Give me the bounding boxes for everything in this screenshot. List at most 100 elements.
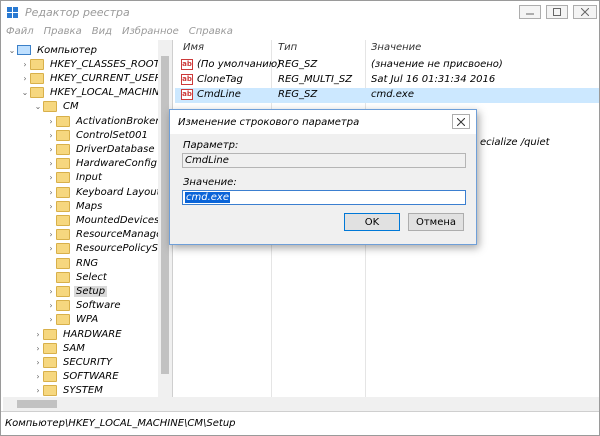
value-label: Значение:	[183, 177, 237, 188]
folder-icon	[56, 271, 70, 283]
folder-icon	[56, 186, 70, 198]
chevron-right-icon[interactable]: ›	[33, 386, 43, 395]
chevron-right-icon[interactable]: ›	[33, 372, 43, 381]
chevron-right-icon[interactable]: ›	[46, 145, 56, 154]
value-value-cell: Sat Jul 16 01:31:34 2016	[371, 74, 496, 85]
close-button[interactable]	[573, 5, 597, 19]
value-row[interactable]: ab CmdLine REG_SZ cmd.exe	[175, 88, 599, 103]
chevron-right-icon[interactable]: ›	[46, 117, 56, 126]
chevron-down-icon[interactable]: ⌄	[20, 88, 30, 97]
value-input[interactable]: cmd.exe	[182, 190, 466, 205]
chevron-right-icon[interactable]: ›	[46, 159, 56, 168]
tree-item[interactable]: RNG	[46, 256, 100, 270]
horizontal-scrollbar[interactable]	[3, 397, 599, 411]
tree-item[interactable]: Select	[46, 270, 109, 284]
tree-item[interactable]: › ControlSet001	[46, 128, 150, 142]
tree-item[interactable]: MountedDevices	[46, 213, 161, 227]
chevron-right-icon[interactable]: ›	[20, 60, 30, 69]
tree-item[interactable]: ⌄ Компьютер	[7, 43, 99, 57]
chevron-right-icon[interactable]: ›	[46, 202, 56, 211]
value-input-text[interactable]: cmd.exe	[185, 192, 230, 203]
value-type-cell: REG_MULTI_SZ	[278, 74, 353, 85]
chevron-right-icon[interactable]: ›	[46, 244, 56, 253]
ok-button[interactable]: OK	[344, 213, 400, 231]
chevron-right-icon[interactable]: ›	[20, 74, 30, 83]
edit-string-dialog: Изменение строкового параметра Параметр:…	[169, 109, 477, 245]
tree-item[interactable]: › WPA	[46, 313, 100, 327]
folder-icon	[56, 129, 70, 141]
parameter-label: Параметр:	[183, 140, 239, 151]
tree-item[interactable]: › Maps	[46, 199, 104, 213]
menu-file[interactable]: Файл	[1, 25, 39, 39]
tree-item-label: HKEY_CLASSES_ROOT	[50, 58, 160, 70]
close-icon	[581, 8, 589, 16]
folder-icon	[56, 158, 70, 170]
chevron-down-icon[interactable]: ⌄	[33, 102, 43, 111]
menu-view[interactable]: Вид	[87, 25, 117, 39]
tree-item-label: CM	[63, 101, 79, 113]
menu-favorites[interactable]: Избранное	[117, 25, 184, 39]
partial-value-text: ecialize /quiet	[480, 137, 550, 148]
value-value-cell: (значение не присвоено)	[371, 59, 503, 70]
tree-item[interactable]: › ActivationBroker	[46, 114, 161, 128]
folder-icon	[56, 200, 70, 212]
tree-item-label: DriverDatabase	[76, 143, 155, 155]
folder-icon	[56, 143, 70, 155]
registry-editor-window: Редактор реестра Файл Правка Вид Избранн…	[0, 0, 600, 436]
tree-item-label: SOFTWARE	[63, 371, 119, 383]
tree-item[interactable]: › SOFTWARE	[33, 370, 121, 384]
tree-item[interactable]: › DriverDatabase	[46, 142, 157, 156]
tree-scroll-thumb[interactable]	[161, 56, 169, 374]
tree-item[interactable]: › Keyboard Layout	[46, 185, 163, 199]
maximize-button[interactable]	[546, 5, 568, 19]
folder-icon	[43, 356, 57, 368]
chevron-right-icon[interactable]: ›	[33, 358, 43, 367]
tree-item[interactable]: › SYSTEM	[33, 384, 105, 397]
chevron-right-icon[interactable]: ›	[33, 344, 43, 353]
close-icon	[457, 117, 465, 126]
menu-help[interactable]: Справка	[184, 25, 238, 39]
tree-item[interactable]: › HardwareConfig	[46, 157, 159, 171]
menu-bar: Файл Правка Вид Избранное Справка	[1, 25, 599, 39]
folder-icon	[43, 371, 57, 383]
horizontal-scroll-thumb[interactable]	[17, 400, 57, 408]
tree-item[interactable]: › ResourceManager	[46, 228, 168, 242]
minimize-button[interactable]	[519, 5, 541, 19]
chevron-down-icon[interactable]: ⌄	[7, 46, 17, 55]
chevron-right-icon[interactable]: ›	[46, 188, 56, 197]
tree-item[interactable]: › HKEY_CURRENT_USER	[20, 71, 164, 85]
folder-icon	[30, 72, 44, 84]
tree-item[interactable]: › ResourcePolicyStor	[46, 242, 172, 256]
tree-item[interactable]: › Input	[46, 171, 104, 185]
chevron-right-icon[interactable]: ›	[46, 301, 56, 310]
tree-item[interactable]: ⌄ HKEY_LOCAL_MACHINE	[20, 86, 168, 100]
chevron-right-icon[interactable]: ›	[33, 330, 43, 339]
cancel-button[interactable]: Отмена	[408, 213, 464, 231]
chevron-right-icon[interactable]: ›	[46, 230, 56, 239]
tree-item[interactable]: › SECURITY	[33, 355, 114, 369]
parameter-name-field: CmdLine	[182, 153, 466, 168]
value-row[interactable]: ab (По умолчанию) REG_SZ (значение не присв…	[175, 58, 599, 73]
chevron-right-icon[interactable]: ›	[46, 315, 56, 324]
tree-item-label: Компьютер	[37, 44, 97, 56]
chevron-right-icon[interactable]: ›	[46, 173, 56, 182]
registry-app-icon	[7, 7, 19, 19]
menu-edit[interactable]: Правка	[39, 25, 87, 39]
tree-item[interactable]: › HARDWARE	[33, 327, 124, 341]
column-header-name[interactable]: Имя	[183, 42, 204, 56]
tree-item[interactable]: › Software	[46, 299, 122, 313]
tree-item[interactable]: › Setup	[46, 284, 108, 298]
chevron-right-icon[interactable]: ›	[46, 131, 56, 140]
tree-item-label: ActivationBroker	[76, 115, 160, 127]
chevron-right-icon[interactable]: ›	[46, 287, 56, 296]
column-header-type[interactable]: Тип	[278, 42, 297, 56]
folder-icon	[56, 214, 70, 226]
tree-item[interactable]: › SAM	[33, 341, 87, 355]
tree-item[interactable]: › HKEY_CLASSES_ROOT	[20, 57, 162, 71]
column-header-value[interactable]: Значение	[371, 42, 421, 56]
dialog-close-button[interactable]	[452, 114, 470, 129]
string-value-icon: ab	[181, 89, 193, 100]
tree-item[interactable]: ⌄ CM	[33, 100, 81, 114]
value-name-cell: (По умолчанию)	[197, 59, 282, 70]
value-row[interactable]: ab CloneTag REG_MULTI_SZ Sat Jul 16 01:31:3…	[175, 73, 599, 88]
